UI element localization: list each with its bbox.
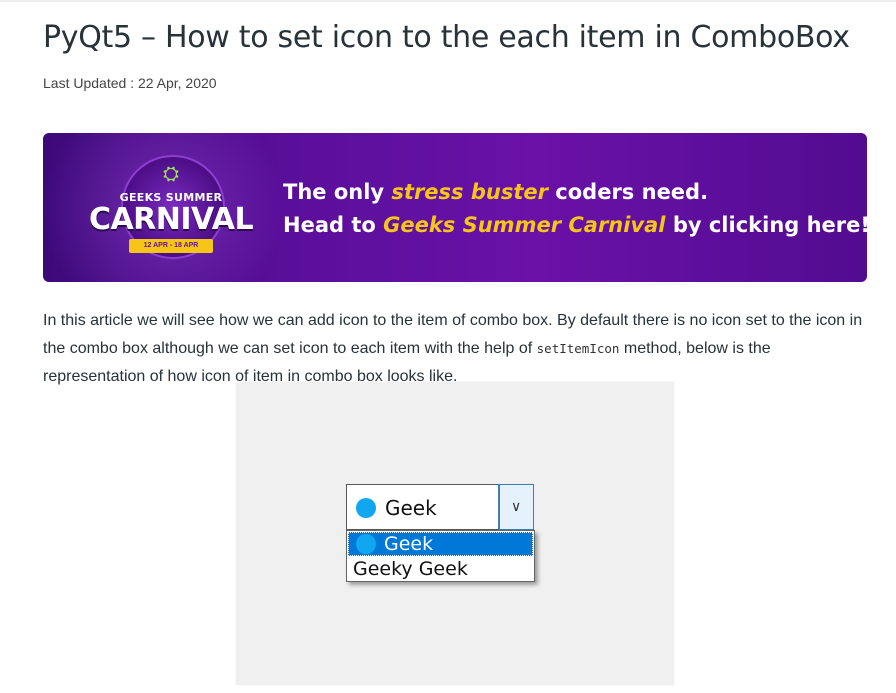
logo-dates: 12 APR - 18 APR (129, 239, 213, 253)
chevron-down-icon: ∨ (511, 498, 522, 514)
banner-line-2-a: Head to (283, 213, 384, 237)
combo-item-geek[interactable]: Geek (348, 532, 533, 556)
banner-text: The only stress buster coders need. Head… (283, 176, 867, 242)
combo-item-geeky-geek[interactable]: Geeky Geek (348, 557, 533, 581)
logo-title: CARNIVAL (88, 202, 254, 237)
carnival-logo: ⛭ GEEKS SUMMER CARNIVAL 12 APR - 18 APR (83, 153, 254, 265)
last-updated: Last Updated : 22 Apr, 2020 (43, 75, 217, 91)
mask-icon: ⛭ (163, 163, 179, 185)
demo-screenshot: Geek ∨ Geek Geeky Geek (236, 382, 674, 685)
banner-line-1-highlight: stress buster (391, 180, 548, 204)
combo-current-value: Geek (385, 496, 437, 520)
banner-line-1: The only stress buster coders need. (283, 176, 867, 209)
banner-line-1-a: The only (283, 180, 392, 204)
banner-line-2: Head to Geeks Summer Carnival by clickin… (283, 209, 867, 242)
combo-box[interactable]: Geek ∨ (346, 484, 534, 530)
combo-popup-list: Geek Geeky Geek (346, 530, 535, 582)
combo-item-label: Geeky Geek (353, 558, 468, 580)
top-divider (0, 0, 896, 2)
banner-line-1-b: coders need. (547, 180, 709, 204)
dropdown-button[interactable]: ∨ (498, 484, 534, 530)
article-paragraph: In this article we will see how we can a… (43, 307, 873, 391)
circle-icon (356, 534, 376, 554)
banner-line-2-b: by clicking here! (665, 213, 867, 237)
banner-line-2-highlight: Geeks Summer Carnival (383, 213, 666, 237)
article-title: PyQt5 – How to set icon to the each item… (43, 20, 850, 55)
circle-icon (356, 498, 376, 518)
promo-banner[interactable]: ⛭ GEEKS SUMMER CARNIVAL 12 APR - 18 APR … (43, 133, 867, 282)
inline-code: setItemIcon (536, 341, 620, 356)
combo-item-label: Geek (384, 533, 434, 555)
